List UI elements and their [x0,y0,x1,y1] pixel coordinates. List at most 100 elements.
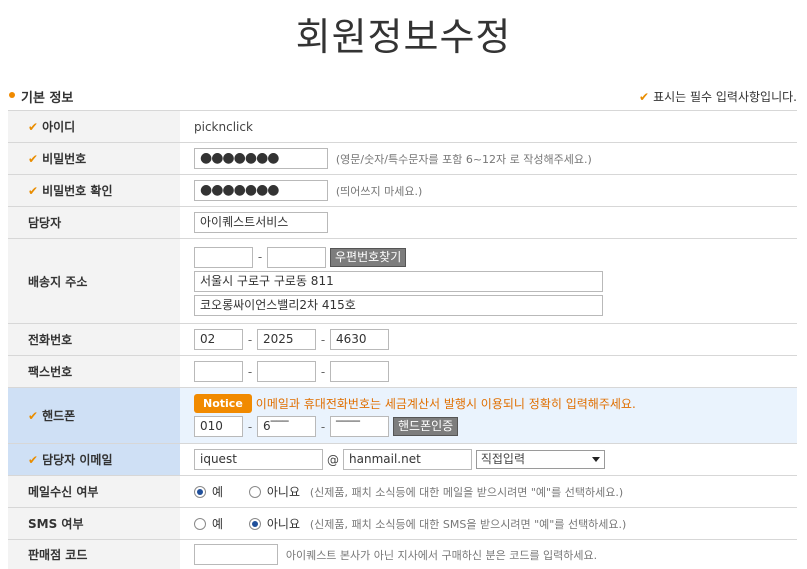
sms-no-radio[interactable] [248,517,261,530]
fax-3-input[interactable] [330,361,389,382]
field-phone: 02-2025-4630 [180,323,797,356]
label-contact-person: 담당자 [8,206,180,239]
contact-person-input[interactable]: 아이퀘스트서비스 [194,212,328,233]
label-sms-receive: SMS 여부 [8,507,180,540]
row-password: ✔ 비밀번호 ●●●●●●● (영문/숫자/특수문자를 포함 6~12자 로 작성… [8,142,797,175]
sms-receive-hint: (신제품, 패치 소식등에 대한 SMS을 받으시려면 "예"를 선택하세요.) [309,517,627,531]
label-text: 핸드폰 [42,409,76,423]
section-header: 기본 정보 ✔ 표시는 필수 입력사항입니다. [8,86,797,110]
check-icon: ✔ [28,453,39,467]
label-id: ✔ 아이디 [8,110,180,143]
dash: - [247,364,253,379]
label-mail-receive: 메일수신 여부 [8,475,180,508]
sms-no-label: 아니요 [266,517,300,531]
field-mail-receive: 예 아니요 (신제품, 패치 소식등에 대한 메일을 받으시려면 "예"를 선택… [180,475,797,508]
row-mail-receive: 메일수신 여부 예 아니요 (신제품, 패치 소식등에 대한 메일을 받으시려면… [8,475,797,508]
mail-yes-label: 예 [212,485,224,499]
email-domain-select[interactable]: 직접입력 [475,450,605,469]
label-password: ✔ 비밀번호 [8,142,180,175]
fax-2-input[interactable] [257,361,316,382]
field-password: ●●●●●●● (영문/숫자/특수문자를 포함 6~12자 로 작성해주세요.) [180,142,797,175]
email-local-input[interactable]: iquest [194,449,323,470]
sms-yes-radio[interactable] [194,517,206,530]
mail-receive-hint: (신제품, 패치 소식등에 대한 메일을 받으시려면 "예"를 선택하세요.) [309,485,624,499]
label-fax: 팩스번호 [8,355,180,388]
field-dealer-code: 아이퀘스트 본사가 아닌 지사에서 구매하신 분은 코드를 입력하세요. [180,539,797,569]
row-contact-person: 담당자 아이퀘스트서비스 [8,206,797,239]
bullet-dot-icon [9,92,15,98]
required-note: ✔ 표시는 필수 입력사항입니다. [639,88,797,105]
field-id: picknclick [180,110,797,143]
mail-no-radio[interactable] [248,485,261,498]
label-password-confirm: ✔ 비밀번호 확인 [8,174,180,207]
dealer-code-input[interactable] [194,544,278,565]
dash: - [320,419,326,434]
label-text: 아이디 [42,120,76,134]
field-contact-person: 아이퀘스트서비스 [180,206,797,239]
address-line1-input[interactable]: 서울시 구로구 구로동 811 [194,270,603,292]
field-sms-receive: 예 아니요 (신제품, 패치 소식등에 대한 SMS을 받으시려면 "예"를 선… [180,507,797,540]
label-text: 담당자 이메일 [42,453,113,467]
notice-text: 이메일과 휴대전화번호는 세금계산서 발행시 이용되니 정확히 입력해주세요. [255,397,636,411]
check-icon: ✔ [28,184,39,198]
page-title: 회원정보수정 [295,15,512,59]
row-fax: 팩스번호 -- [8,355,797,388]
row-phone: 전화번호 02-2025-4630 [8,323,797,356]
sms-yes-label: 예 [212,517,224,531]
member-info-form: ✔ 아이디 picknclick ✔ 비밀번호 ●●●●●●● (영문/숫자/특수문… [8,110,797,569]
dealer-code-hint: 아이퀘스트 본사가 아닌 지사에서 구매하신 분은 코드를 입력하세요. [285,548,598,562]
label-text: 비밀번호 확인 [42,184,113,198]
dash: - [320,332,326,347]
field-fax: -- [180,355,797,388]
mobile-3-input[interactable]: ‾‾‾‾ [330,416,389,437]
mobile-2-input[interactable]: 6‾‾‾ [257,416,316,437]
label-mobile: ✔ 핸드폰 [8,387,180,444]
label-email: ✔ 담당자 이메일 [8,443,180,476]
phone-3-input[interactable]: 4630 [330,329,389,350]
section-title: 기본 정보 [21,91,74,106]
field-mobile: Notice 이메일과 휴대전화번호는 세금계산서 발행시 이용되니 정확히 입력… [180,387,797,444]
phone-verify-button[interactable]: 핸드폰인증 [393,417,459,436]
password-input[interactable]: ●●●●●●● [194,148,328,169]
address-line2-input[interactable]: 코오롱싸이언스밸리2차 415호 [194,294,603,316]
row-dealer-code: 판매점 코드 아이퀘스트 본사가 아닌 지사에서 구매하신 분은 코드를 입력하… [8,539,797,569]
phone-2-input[interactable]: 2025 [257,329,316,350]
dash: - [257,250,263,264]
notice-badge: Notice [194,394,252,413]
field-password-confirm: ●●●●●●● (띄어쓰지 마세요.) [180,174,797,207]
chevron-down-icon [591,457,600,462]
row-password-confirm: ✔ 비밀번호 확인 ●●●●●●● (띄어쓰지 마세요.) [8,174,797,207]
row-mobile: ✔ 핸드폰 Notice 이메일과 휴대전화번호는 세금계산서 발행시 이용되니 정… [8,387,797,444]
required-note-text: 표시는 필수 입력사항입니다. [653,90,797,104]
mail-yes-radio[interactable] [194,485,206,498]
check-icon: ✔ [28,152,39,166]
field-email: iquest @ hanmail.net 직접입력 [180,443,797,476]
label-dealer-code: 판매점 코드 [8,539,180,569]
field-address: - 우편번호찾기 서울시 구로구 구로동 811 코오롱싸이언스밸리2차 415호 [180,238,797,324]
password-hint: (영문/숫자/특수문자를 포함 6~12자 로 작성해주세요.) [335,152,592,166]
id-value: picknclick [194,119,253,134]
row-sms-receive: SMS 여부 예 아니요 (신제품, 패치 소식등에 대한 SMS을 받으시려면… [8,507,797,540]
row-address: 배송지 주소 - 우편번호찾기 서울시 구로구 구로동 811 코오롱싸이언스밸리… [8,238,797,324]
row-email: ✔ 담당자 이메일 iquest @ hanmail.net 직접입력 [8,443,797,476]
mail-no-label: 아니요 [266,485,300,499]
at-sign: @ [327,452,339,467]
zipcode-2-input[interactable] [267,246,326,268]
label-phone: 전화번호 [8,323,180,356]
check-icon: ✔ [28,120,39,134]
dash: - [320,364,326,379]
find-zipcode-button[interactable]: 우편번호찾기 [330,247,407,267]
mobile-1-input[interactable]: 010 [194,416,243,437]
password-confirm-input[interactable]: ●●●●●●● [194,180,328,201]
phone-1-input[interactable]: 02 [194,329,243,350]
check-icon: ✔ [28,409,39,423]
email-domain-input[interactable]: hanmail.net [343,449,472,470]
label-address: 배송지 주소 [8,238,180,324]
select-value: 직접입력 [480,452,525,466]
fax-1-input[interactable] [194,361,243,382]
row-id: ✔ 아이디 picknclick [8,110,797,143]
dash: - [247,419,253,434]
zipcode-1-input[interactable] [194,246,253,268]
password-confirm-hint: (띄어쓰지 마세요.) [335,184,423,198]
check-icon: ✔ [639,90,650,104]
